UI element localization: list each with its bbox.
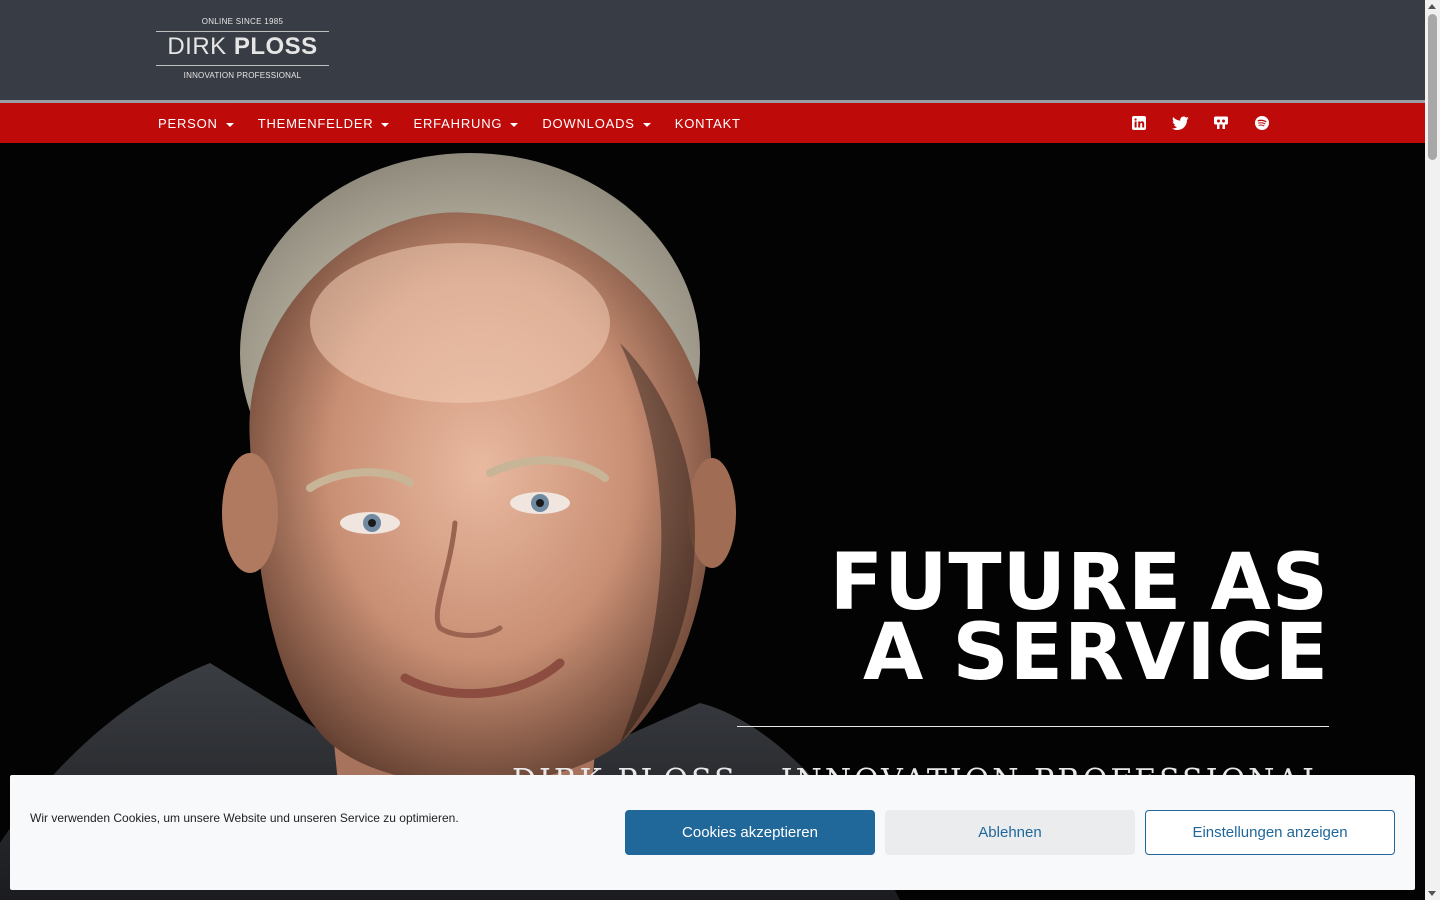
page-scrollbar[interactable]	[1425, 0, 1440, 900]
nav-item-downloads[interactable]: DOWNLOADS	[542, 115, 651, 131]
nav-item-label: KONTAKT	[674, 115, 741, 131]
nav-item-person[interactable]: PERSON	[158, 116, 234, 131]
main-navigation: PERSON THEMENFELDER ERFAHRUNG DOWNLOADS …	[0, 100, 1425, 143]
nav-item-label: THEMENFELDER	[257, 115, 374, 131]
logo-name-last: PLOSS	[233, 33, 318, 60]
site-logo[interactable]: ONLINE SINCE 1985 DIRK PLOSS INNOVATION …	[156, 16, 329, 84]
site-header: ONLINE SINCE 1985 DIRK PLOSS INNOVATION …	[0, 0, 1425, 100]
cookie-message: Wir verwenden Cookies, um unsere Website…	[30, 811, 459, 825]
nav-item-label: ERFAHRUNG	[413, 115, 503, 131]
caret-down-icon	[225, 122, 234, 127]
hero-headline-line2: A SERVICE	[863, 608, 1329, 698]
linkedin-icon[interactable]	[1128, 112, 1150, 134]
social-links	[1128, 112, 1292, 134]
scroll-up-arrow-icon[interactable]	[1428, 4, 1436, 9]
caret-down-icon	[381, 122, 390, 127]
nav-item-themenfelder[interactable]: THEMENFELDER	[258, 116, 390, 131]
spotify-icon[interactable]	[1251, 112, 1273, 134]
logo-tagline: INNOVATION PROFESSIONAL	[183, 71, 302, 80]
logo-name-first: DIRK	[167, 33, 234, 60]
cookie-banner: Wir verwenden Cookies, um unsere Website…	[10, 775, 1415, 890]
scroll-down-arrow-icon[interactable]	[1428, 891, 1436, 896]
nav-item-erfahrung[interactable]: ERFAHRUNG	[413, 115, 519, 131]
logo-divider	[156, 65, 329, 66]
caret-down-icon	[642, 122, 651, 127]
hero-headline: FUTURE AS A SERVICE	[830, 544, 1329, 698]
slideshare-icon[interactable]	[1210, 112, 1232, 134]
deny-cookies-button[interactable]: Ablehnen	[885, 810, 1135, 855]
logo-name: DIRK PLOSS	[156, 32, 329, 62]
logo-since-text: ONLINE SINCE 1985	[201, 17, 284, 26]
scrollbar-thumb[interactable]	[1428, 14, 1437, 160]
twitter-icon[interactable]	[1169, 112, 1191, 134]
caret-down-icon	[510, 122, 519, 127]
accept-cookies-button[interactable]: Cookies akzeptieren	[625, 810, 875, 855]
hero-divider	[737, 726, 1329, 727]
nav-menu: PERSON THEMENFELDER ERFAHRUNG DOWNLOADS …	[158, 103, 765, 143]
nav-item-kontakt[interactable]: KONTAKT	[675, 116, 741, 131]
nav-item-label: DOWNLOADS	[542, 115, 635, 131]
cookie-settings-button[interactable]: Einstellungen anzeigen	[1145, 810, 1395, 855]
nav-item-label: PERSON	[158, 115, 218, 131]
